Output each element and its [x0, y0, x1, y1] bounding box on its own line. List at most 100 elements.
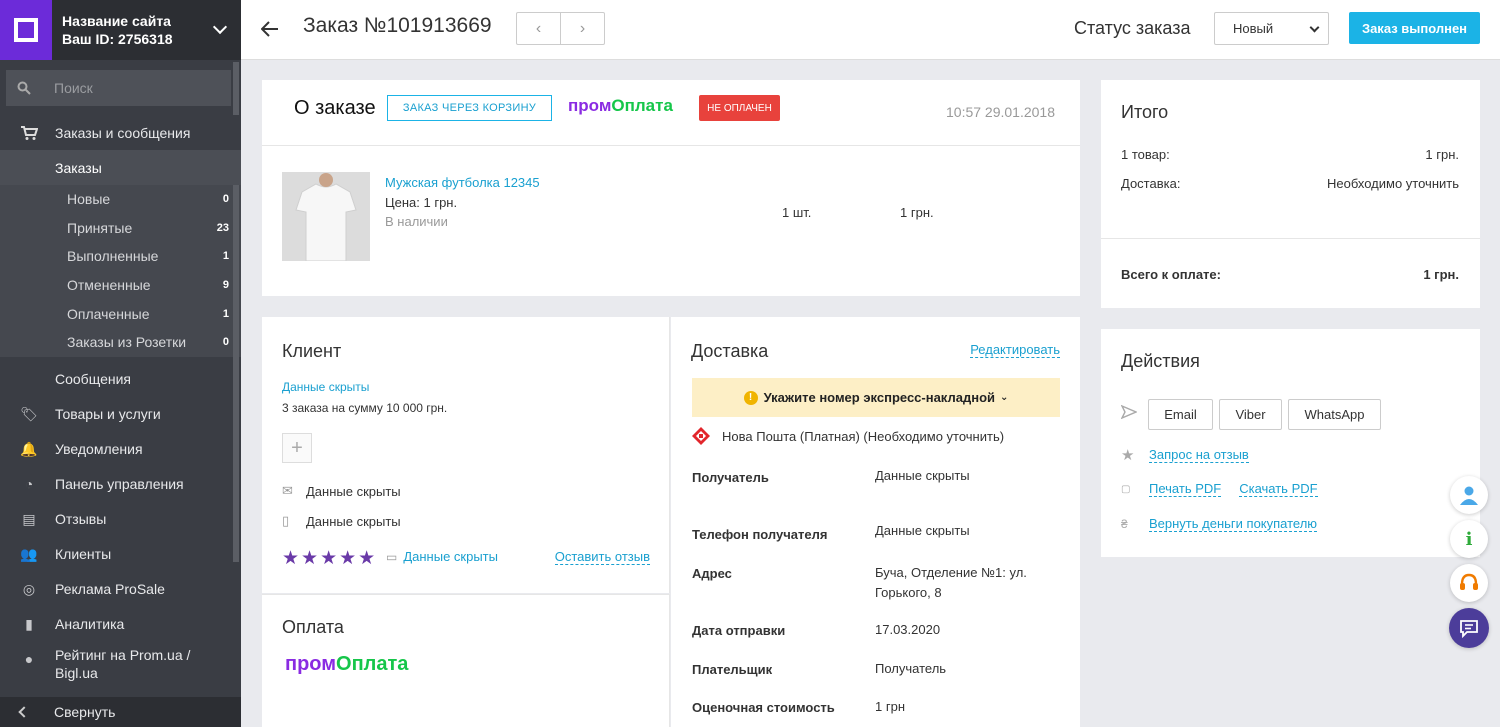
sidebar-item-prosale[interactable]: ◎ Реклама ProSale [0, 572, 241, 607]
pdf-icon: ▢ [1121, 483, 1131, 495]
sidebar-item-products[interactable]: 🏷 Товары и услуги [0, 397, 241, 432]
sidebar-subitem-rozetka[interactable]: Заказы из Розетки 0 [0, 328, 241, 357]
comment-icon: ▤ [22, 510, 36, 527]
leave-review-link[interactable]: Оставить отзыв [554, 549, 650, 565]
client-name-link[interactable]: Данные скрыты [282, 380, 369, 394]
sidebar-subitem-new[interactable]: Новые 0 [0, 185, 241, 214]
chevron-down-icon[interactable] [212, 19, 228, 35]
sidebar-subitem-accepted[interactable]: Принятые 23 [0, 214, 241, 243]
unpaid-badge: НЕ ОПЛАЧЕН [699, 95, 780, 121]
support-fab-icon[interactable] [1450, 564, 1488, 602]
status-label: Статус заказа [1074, 18, 1191, 38]
carrier: Нова Пошта (Платная) (Необходимо уточнит… [692, 427, 1004, 445]
totals-items-row: 1 товар: 1 грн. [1121, 147, 1459, 162]
page-title: Заказ №101913669 [303, 14, 492, 37]
comment-icon: ▭ [386, 549, 398, 564]
viber-button[interactable]: Viber [1219, 399, 1282, 430]
sidebar-item-orders[interactable]: Заказы [0, 150, 241, 185]
refund-icon: ₴ [1121, 517, 1128, 531]
count-badge: 9 [222, 279, 229, 292]
address-value: Буча, Отделение №1: ул. Горького, 8 [875, 565, 1027, 600]
sub-label: Новые [67, 191, 111, 208]
sub-label: Отмененные [67, 277, 151, 294]
site-name: Название сайта [62, 13, 171, 29]
sidebar-item-label: Клиенты [55, 546, 112, 563]
status-select[interactable]: Новый [1214, 12, 1329, 45]
sidebar-subitem-paid[interactable]: Оплаченные 1 [0, 299, 241, 328]
sidebar-item-messages[interactable]: Сообщения [0, 362, 241, 397]
search-input[interactable]: Поиск [54, 80, 93, 96]
product-sum: 1 грн. [900, 205, 934, 220]
client-review-link[interactable]: Данные скрыты [403, 549, 498, 564]
count-badge: 0 [222, 193, 229, 206]
waybill-warning[interactable]: ! Укажите номер экспресс-накладной ⌄ [692, 378, 1060, 417]
product-image[interactable] [282, 172, 370, 262]
product-name-link[interactable]: Мужская футболка 12345 [385, 175, 540, 190]
nova-poshta-icon [692, 427, 710, 445]
sidebar-item-analytics[interactable]: ▮ Аналитика [0, 607, 241, 642]
sidebar-item-rating[interactable]: ● Рейтинг на Prom.ua / Bigl.ua [0, 642, 241, 682]
sidebar-item-dashboard[interactable]: ◔ Панель управления [0, 467, 241, 502]
declared-value-value: 1 грн [875, 699, 905, 714]
refund-link[interactable]: Вернуть деньги покупателю [1149, 516, 1318, 532]
waybill-warning-text: Укажите номер экспресс-накладной [763, 390, 996, 405]
download-pdf-link[interactable]: Скачать PDF [1239, 481, 1318, 497]
sidebar-subitem-cancelled[interactable]: Отмененные 9 [0, 271, 241, 300]
actions-card: Действия Email Viber WhatsApp ★ Запрос на… [1101, 329, 1480, 557]
site-switcher[interactable]: Название сайта Ваш ID: 2756318 [0, 0, 241, 60]
back-arrow-icon[interactable] [260, 18, 279, 44]
sidebar-item-clients[interactable]: 👥 Клиенты [0, 537, 241, 572]
sidebar-item-label: Панель управления [55, 476, 184, 493]
sidebar-subitem-completed[interactable]: Выполненные 1 [0, 242, 241, 271]
edit-delivery-link[interactable]: Редактировать [970, 342, 1060, 358]
sidebar: Название сайта Ваш ID: 2756318 Поиск Зак… [0, 0, 241, 727]
chat-fab-icon[interactable] [1449, 608, 1489, 648]
client-email-value: Данные скрыты [306, 483, 401, 499]
sub-label: Выполненные [67, 248, 159, 265]
whatsapp-button[interactable]: WhatsApp [1288, 399, 1381, 430]
sidebar-search[interactable]: Поиск [6, 70, 231, 106]
totals-grand-value: 1 грн. [1423, 267, 1459, 282]
review-request-link[interactable]: Запрос на отзыв [1149, 447, 1249, 463]
actions-title: Действия [1121, 351, 1200, 371]
sidebar-item-orders-messages[interactable]: Заказы и сообщения [0, 115, 241, 150]
sidebar-item-label: Bigl.ua [55, 664, 98, 681]
sidebar-item-label: Реклама ProSale [55, 581, 165, 598]
sidebar-item-label: Сообщения [55, 371, 131, 388]
delivery-title: Доставка [691, 341, 769, 361]
client-phone: ▯ Данные скрыты [282, 513, 401, 529]
declared-value-label: Оценочная стоимость [692, 700, 835, 715]
sidebar-item-label: Заказы и сообщения [55, 124, 191, 141]
print-pdf-link[interactable]: Печать PDF [1149, 481, 1222, 497]
collapse-sidebar-button[interactable]: Свернуть [0, 697, 241, 727]
sub-label: Оплаченные [67, 305, 150, 322]
sidebar-item-label: Заказы [55, 159, 102, 176]
next-order-button[interactable]: › [561, 13, 604, 44]
sidebar-item-notifications[interactable]: 🔔 Уведомления [0, 432, 241, 467]
carrier-name: Нова Пошта (Платная) (Необходимо уточнит… [722, 428, 1005, 444]
chevron-down-icon: ⌄ [1000, 392, 1009, 403]
payer-label: Плательщик [692, 662, 773, 677]
order-done-button[interactable]: Заказ выполнен [1349, 12, 1480, 44]
prev-order-button[interactable]: ‹ [517, 13, 561, 44]
review-request-row: ★ Запрос на отзыв [1121, 446, 1249, 464]
client-review[interactable]: ▭ Данные скрыты [386, 549, 498, 564]
profile-fab-icon[interactable] [1450, 476, 1488, 514]
info-fab-icon[interactable]: i [1450, 520, 1488, 558]
sidebar-item-label: Аналитика [55, 616, 125, 633]
prom-logo-icon [0, 0, 52, 60]
client-orders-summary: 3 заказа на сумму 10 000 грн. [282, 401, 448, 415]
sidebar-item-reviews[interactable]: ▤ Отзывы [0, 502, 241, 537]
recipient-phone-label: Телефон получателя [692, 527, 828, 542]
warning-icon: ! [743, 390, 758, 405]
email-button[interactable]: Email [1148, 399, 1213, 430]
rating-stars: ★★★★★ [282, 548, 378, 569]
recipient-phone-value: Данные скрыты [875, 523, 970, 538]
delivery-card: Доставка Редактировать ! Укажите номер э… [671, 317, 1080, 727]
client-email: ✉ Данные скрыты [282, 483, 401, 499]
totals-items-value: 1 грн. [1425, 147, 1459, 162]
count-badge: 0 [222, 336, 229, 349]
status-value: Новый [1233, 21, 1274, 36]
order-pager: ‹ › [516, 12, 605, 45]
add-client-button[interactable]: + [282, 433, 312, 463]
